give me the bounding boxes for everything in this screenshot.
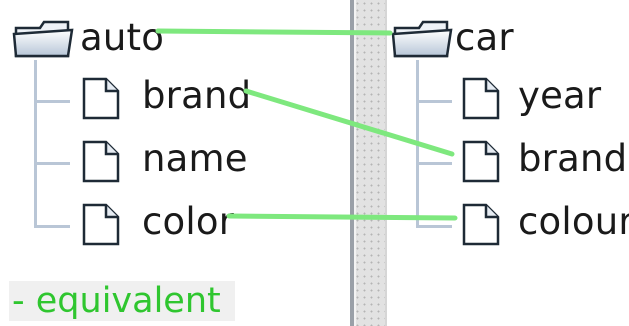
- right-tree-root-label: car: [455, 16, 514, 59]
- left-tree-root-node[interactable]: auto: [8, 16, 164, 64]
- file-icon: [78, 76, 122, 120]
- right-tree-connector-branch: [416, 225, 452, 228]
- left-tree-connector-branch: [34, 225, 70, 228]
- mapping-view: auto brand name color car year brand col…: [0, 0, 629, 326]
- left-tree-item-brand[interactable]: brand: [78, 74, 258, 124]
- left-tree-root-label: auto: [80, 16, 165, 59]
- file-icon: [78, 202, 122, 246]
- left-tree-connector-branch: [34, 100, 70, 103]
- right-tree-item-brand[interactable]: brand: [458, 137, 627, 187]
- left-tree-item-label: color: [142, 200, 235, 243]
- right-tree-connector-vertical: [416, 60, 419, 228]
- folder-icon: [389, 18, 455, 60]
- left-tree-item-label: brand: [142, 74, 252, 117]
- left-tree-connector-branch: [34, 162, 70, 165]
- file-icon: [458, 202, 502, 246]
- left-tree-item-name[interactable]: name: [78, 137, 258, 187]
- right-tree-item-colour[interactable]: colour: [458, 200, 629, 250]
- mapping-line-color-colour[interactable]: [226, 213, 458, 221]
- right-tree-root-node[interactable]: car: [389, 16, 529, 64]
- left-tree-item-color[interactable]: color: [78, 200, 258, 250]
- left-tree-item-label: name: [142, 137, 248, 180]
- file-icon: [458, 76, 502, 120]
- right-tree-connector-branch: [416, 162, 452, 165]
- right-tree-connector-branch: [416, 100, 452, 103]
- folder-icon: [10, 18, 76, 60]
- right-tree-item-year[interactable]: year: [458, 74, 623, 124]
- right-tree-item-label: brand: [518, 137, 628, 180]
- right-tree-item-label: colour: [518, 200, 629, 243]
- split-pane-divider[interactable]: [350, 0, 387, 326]
- left-tree-connector-vertical: [34, 60, 37, 228]
- legend-equivalent: - equivalent: [9, 281, 235, 321]
- right-tree-item-label: year: [518, 74, 602, 117]
- file-icon: [458, 139, 502, 183]
- file-icon: [78, 139, 122, 183]
